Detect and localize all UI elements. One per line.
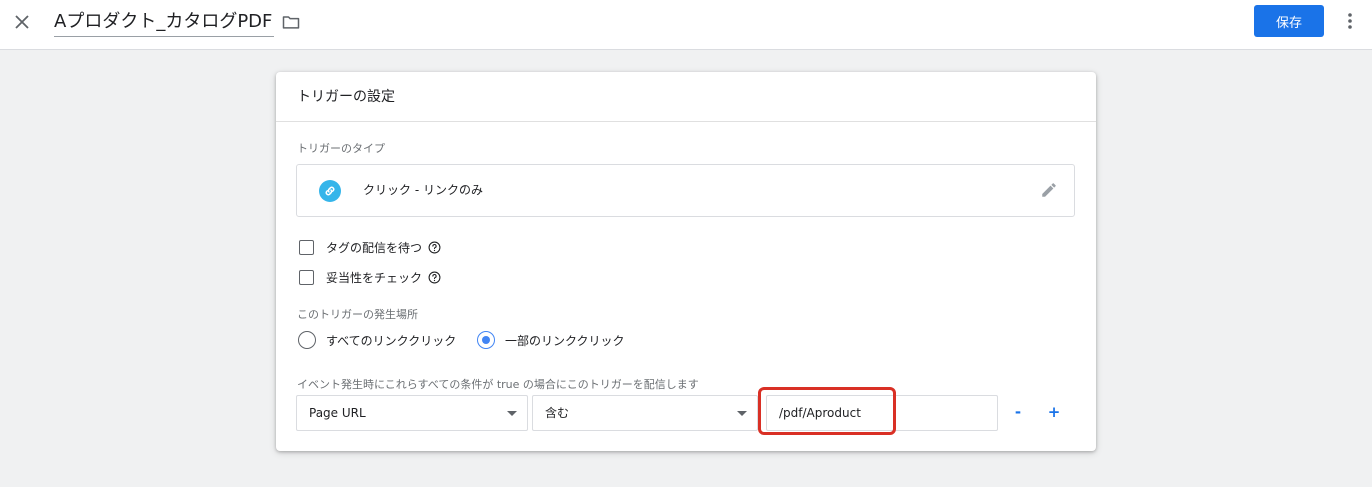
more-options-button[interactable] [1340, 11, 1360, 31]
wait-for-tags-label: タグの配信を待つ [326, 240, 423, 255]
add-condition-button[interactable]: + [1044, 402, 1064, 422]
close-icon [15, 15, 29, 29]
condition-label: イベント発生時にこれらすべての条件が true の場合にこのトリガーを配信します [297, 378, 699, 391]
check-validation-checkbox[interactable] [299, 269, 314, 285]
trigger-type-value: クリック - リンクのみ [363, 183, 483, 197]
fire-on-label: このトリガーの発生場所 [297, 308, 418, 321]
trigger-type-label: トリガーのタイプ [297, 142, 385, 155]
help-icon[interactable] [428, 271, 441, 284]
save-button[interactable]: 保存 [1254, 5, 1324, 37]
operator-select[interactable]: 含む [532, 395, 758, 431]
tag-title-input[interactable]: Aプロダクト_カタログPDF [54, 9, 275, 37]
condition-value-input[interactable]: /pdf/Aproduct [766, 395, 998, 431]
link-icon [325, 186, 335, 196]
wait-for-tags-checkbox[interactable] [299, 239, 314, 255]
some-link-clicks-label: 一部のリンククリック [505, 333, 625, 348]
operator-select-value: 含む [545, 406, 570, 420]
folder-button[interactable] [281, 12, 301, 32]
all-link-clicks-option[interactable]: すべてのリンククリック [298, 330, 456, 350]
edit-pencil-icon[interactable] [1040, 181, 1058, 199]
check-validation-option[interactable]: 妥当性をチェック [299, 267, 441, 287]
condition-value-text: /pdf/Aproduct [779, 406, 861, 420]
trigger-config-card: トリガーの設定 トリガーのタイプ クリック - リンクのみ タグの配信を待つ 妥… [276, 72, 1096, 451]
all-link-clicks-label: すべてのリンククリック [326, 333, 457, 348]
chevron-down-icon [737, 411, 747, 416]
variable-select-value: Page URL [309, 406, 366, 420]
some-link-clicks-radio[interactable] [477, 331, 495, 349]
link-icon-badge [319, 180, 341, 202]
more-vert-icon [1348, 13, 1352, 29]
variable-select[interactable]: Page URL [296, 395, 528, 431]
help-icon[interactable] [428, 241, 441, 254]
close-button[interactable] [12, 12, 32, 32]
check-validation-label: 妥当性をチェック [326, 270, 423, 285]
folder-icon [282, 16, 300, 29]
wait-for-tags-option[interactable]: タグの配信を待つ [299, 237, 441, 257]
chevron-down-icon [507, 411, 517, 416]
card-title: トリガーの設定 [276, 72, 1096, 122]
all-link-clicks-radio[interactable] [298, 331, 316, 349]
top-bar: Aプロダクト_カタログPDF 保存 [0, 0, 1372, 50]
some-link-clicks-option[interactable]: 一部のリンククリック [477, 330, 625, 350]
trigger-type-selector[interactable]: クリック - リンクのみ [296, 164, 1075, 217]
remove-condition-button[interactable]: - [1008, 402, 1028, 422]
